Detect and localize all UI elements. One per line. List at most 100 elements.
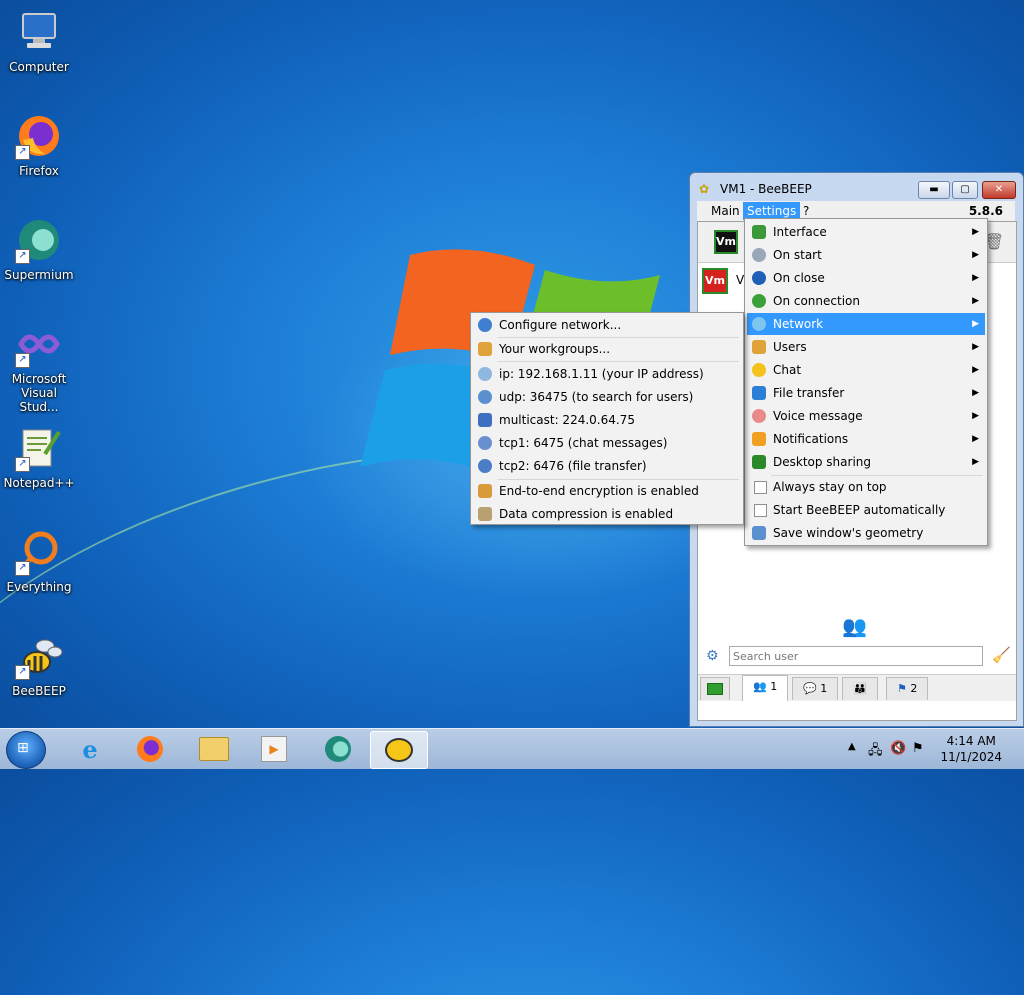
desktop-icon-label: BeeBEEP xyxy=(12,684,66,698)
network-status-icon[interactable]: 🖧 xyxy=(868,741,883,763)
menu-main[interactable]: Main xyxy=(707,202,744,220)
internet-explorer-icon: e xyxy=(82,734,98,764)
chat-smiley-icon xyxy=(752,363,766,377)
tab-chats[interactable]: 💬 1 xyxy=(792,677,839,700)
menu-item-save-geometry[interactable]: Save window's geometry xyxy=(747,522,985,544)
menu-item-label: ip: 192.168.1.11 (your IP address) xyxy=(499,367,704,381)
taskbar-file-explorer[interactable] xyxy=(186,731,242,767)
menu-item-desktop-sharing[interactable]: Desktop sharing ▶ xyxy=(747,451,985,473)
menu-item-ip: ip: 192.168.1.11 (your IP address) xyxy=(473,363,741,385)
menu-item-label: File transfer xyxy=(773,386,845,400)
submenu-arrow-icon: ▶ xyxy=(972,411,979,421)
menu-item-users[interactable]: Users ▶ xyxy=(747,336,985,358)
window-title: VM1 - BeeBEEP xyxy=(720,182,812,196)
clear-broom-icon[interactable]: 🧹 xyxy=(992,646,1011,664)
system-tray: ▲ 🖧 🔇 ⚑ 4:14 AM 11/1/2024 xyxy=(834,729,1024,769)
configure-network-icon xyxy=(478,318,492,332)
start-automatically-checkbox[interactable] xyxy=(754,504,767,517)
menu-item-label: udp: 36475 (to search for users) xyxy=(499,390,694,404)
tab-home[interactable] xyxy=(700,677,730,700)
minimize-button[interactable]: ▬ xyxy=(918,181,950,199)
taskbar-firefox[interactable] xyxy=(122,731,178,767)
menu-item-label: End-to-end encryption is enabled xyxy=(499,484,699,498)
desktop-icon-notepad-plus-plus[interactable]: ↗ Notepad++ xyxy=(1,424,77,490)
menu-item-start-automatically[interactable]: Start BeeBEEP automatically xyxy=(747,499,985,521)
menu-item-file-transfer[interactable]: File transfer ▶ xyxy=(747,382,985,404)
start-button[interactable]: ⊞ xyxy=(6,731,46,769)
taskbar-internet-explorer[interactable]: e xyxy=(62,731,118,767)
menu-item-configure-network[interactable]: Configure network... xyxy=(473,314,741,336)
bottom-tab-bar: 👥 1 💬 1 👪 ⚑ 2 xyxy=(698,674,1016,701)
menu-item-on-close[interactable]: On close ▶ xyxy=(747,267,985,289)
desktop-icon-firefox[interactable]: ↗ Firefox xyxy=(1,112,77,178)
menu-item-interface[interactable]: Interface ▶ xyxy=(747,221,985,243)
shortcut-arrow-icon: ↗ xyxy=(15,561,30,576)
tab-users-count: 1 xyxy=(770,680,778,693)
tcp-file-icon xyxy=(478,459,492,473)
beebeep-app-icon: ✿ xyxy=(699,182,710,196)
menu-item-label: Notifications xyxy=(773,432,849,446)
workgroups-icon xyxy=(478,342,492,356)
users-group-icon: 👥 xyxy=(842,614,867,638)
users-icon xyxy=(752,340,766,354)
firefox-icon xyxy=(137,736,163,762)
menu-item-on-start[interactable]: On start ▶ xyxy=(747,244,985,266)
menu-item-notifications[interactable]: Notifications ▶ xyxy=(747,428,985,450)
menu-item-label: Voice message xyxy=(773,409,863,423)
show-hidden-icons-chevron-icon[interactable]: ▲ xyxy=(848,741,856,752)
taskbar-media-player[interactable]: ▶ xyxy=(246,731,302,767)
home-screen-icon xyxy=(707,683,723,695)
submenu-arrow-icon: ▶ xyxy=(972,273,979,283)
taskbar-beebeep[interactable] xyxy=(370,731,428,769)
settings-gear-icon[interactable]: ⚙ xyxy=(706,648,719,664)
submenu-arrow-icon: ▶ xyxy=(972,434,979,444)
menu-item-label: multicast: 224.0.64.75 xyxy=(499,413,635,427)
desktop-icon-everything[interactable]: ↗ Everything xyxy=(1,528,77,594)
menu-item-always-on-top[interactable]: Always stay on top xyxy=(747,476,985,498)
menu-item-network[interactable]: Network ▶ xyxy=(747,313,985,335)
menu-item-on-connection[interactable]: On connection ▶ xyxy=(747,290,985,312)
desktop-icon-visual-studio[interactable]: ↗ Microsoft Visual Stud... xyxy=(1,320,77,414)
taskbar-clock[interactable]: 4:14 AM 11/1/2024 xyxy=(940,733,1002,765)
clock-time: 4:14 AM xyxy=(946,734,996,748)
desktop-icon-supermium[interactable]: ↗ Supermium xyxy=(1,216,77,282)
notepad-plus-plus-icon: ↗ xyxy=(15,424,63,472)
window-titlebar[interactable]: ✿ VM1 - BeeBEEP ▬ ▢ ✕ xyxy=(690,173,1023,203)
submenu-arrow-icon: ▶ xyxy=(972,227,979,237)
menu-item-your-workgroups[interactable]: Your workgroups... xyxy=(473,338,741,360)
menu-item-label: On start xyxy=(773,248,822,262)
network-submenu: Configure network... Your workgroups... … xyxy=(470,312,744,525)
maximize-button[interactable]: ▢ xyxy=(952,181,978,199)
volume-muted-icon[interactable]: 🔇 xyxy=(890,741,906,756)
tab-groups[interactable]: 👪 xyxy=(842,677,878,700)
menu-item-encryption: End-to-end encryption is enabled xyxy=(473,480,741,502)
tab-users[interactable]: 👥 1 xyxy=(742,675,789,701)
close-button[interactable]: ✕ xyxy=(982,181,1016,199)
user-name: V xyxy=(736,273,745,287)
beebeep-icon: ↗ xyxy=(15,632,63,680)
toolbar-avatar[interactable]: Vm xyxy=(714,230,738,254)
menu-item-tcp1: tcp1: 6475 (chat messages) xyxy=(473,432,741,454)
desktop-icon-label: Microsoft Visual Stud... xyxy=(11,372,67,414)
always-on-top-checkbox[interactable] xyxy=(754,481,767,494)
taskbar-supermium[interactable] xyxy=(310,731,366,767)
search-user-input[interactable]: Search user xyxy=(729,646,983,666)
menu-item-label: Your workgroups... xyxy=(499,342,611,356)
tab-shares[interactable]: ⚑ 2 xyxy=(886,677,929,700)
visual-studio-icon: ↗ xyxy=(15,320,63,368)
desktop-icon-computer[interactable]: Computer xyxy=(1,8,77,74)
beebeep-icon xyxy=(385,738,413,762)
menu-item-chat[interactable]: Chat ▶ xyxy=(747,359,985,381)
tab-shares-count: 2 xyxy=(910,682,918,695)
microphone-icon xyxy=(752,409,766,423)
desktop-sharing-icon xyxy=(752,455,766,469)
shortcut-arrow-icon: ↗ xyxy=(15,145,30,160)
menu-item-voice-message[interactable]: Voice message ▶ xyxy=(747,405,985,427)
compression-icon xyxy=(478,507,492,521)
menu-item-label: On connection xyxy=(773,294,860,308)
action-center-flag-icon[interactable]: ⚑ xyxy=(912,741,924,756)
submenu-arrow-icon: ▶ xyxy=(972,319,979,329)
menu-item-multicast: multicast: 224.0.64.75 xyxy=(473,409,741,431)
desktop-icon-beebeep[interactable]: ↗ BeeBEEP xyxy=(1,632,77,698)
save-geometry-icon xyxy=(752,526,766,540)
